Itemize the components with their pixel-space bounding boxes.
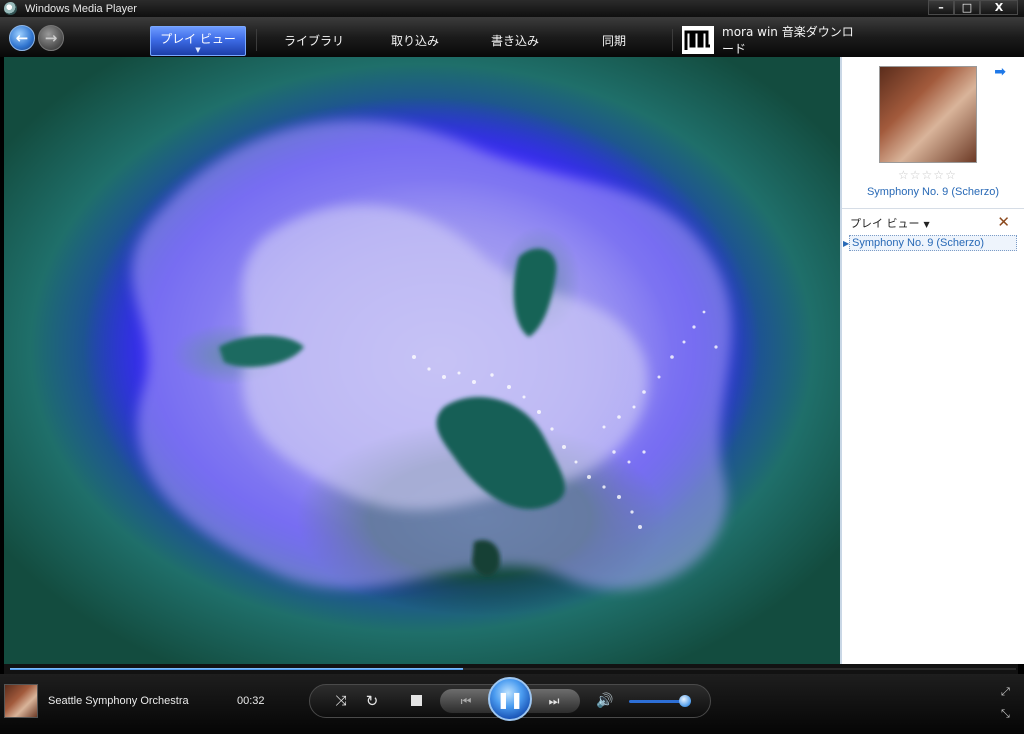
next-button[interactable]: ⏭ bbox=[528, 689, 580, 713]
tab-label: ライブラリ bbox=[283, 33, 344, 48]
minimize-button[interactable]: – bbox=[928, 0, 954, 15]
pause-icon: ❚❚ bbox=[496, 689, 524, 709]
elapsed-time[interactable]: 00:32 bbox=[237, 695, 265, 707]
tab-label: 取り込み bbox=[390, 33, 439, 48]
back-button[interactable]: ← bbox=[9, 25, 35, 51]
album-title-link[interactable]: Symphony No. 9 (Scherzo) bbox=[842, 186, 1024, 198]
tab-label: 書き込み bbox=[490, 33, 539, 48]
tab-sync[interactable]: 同期 bbox=[588, 27, 640, 53]
clear-playlist-icon[interactable]: ✕ bbox=[997, 213, 1010, 231]
title-bar: Windows Media Player – □ X bbox=[0, 0, 1024, 17]
side-pane: ➡ ☆ ☆ ☆ ☆ ☆ Symphony No. 9 (Scherzo) プレイ… bbox=[840, 57, 1024, 664]
tab-burn[interactable]: 書き込み bbox=[480, 27, 550, 53]
back-arrow-icon: ← bbox=[15, 29, 29, 47]
next-icon: ⏭ bbox=[548, 693, 560, 708]
tab-play-view[interactable]: プレイ ビュー ▼ bbox=[150, 26, 246, 56]
star-icon[interactable]: ☆ bbox=[910, 169, 921, 181]
forward-arrow-icon: → bbox=[44, 29, 58, 47]
divider bbox=[672, 29, 673, 51]
star-icon[interactable]: ☆ bbox=[933, 169, 944, 181]
seek-bar[interactable] bbox=[4, 664, 1018, 674]
play-pause-button[interactable]: ❚❚ bbox=[488, 677, 532, 721]
tab-rip[interactable]: 取り込み bbox=[380, 27, 450, 53]
stop-button[interactable] bbox=[410, 694, 422, 706]
tab-mora-store[interactable]: mora win 音楽ダウンロード bbox=[722, 25, 862, 56]
tab-label: プレイ ビュー bbox=[160, 31, 236, 46]
chevron-down-icon[interactable]: ▼ bbox=[195, 46, 200, 53]
chevron-down-icon[interactable]: ▼ bbox=[924, 220, 930, 229]
star-icon[interactable]: ☆ bbox=[922, 169, 933, 181]
tab-label: 同期 bbox=[601, 33, 626, 48]
stop-icon bbox=[410, 694, 422, 706]
playlist-header-label: プレイ ビュー bbox=[850, 217, 920, 230]
window-controls: – □ X bbox=[928, 0, 1018, 15]
previous-icon: ⏮ bbox=[460, 693, 472, 708]
maximize-button[interactable]: □ bbox=[954, 0, 980, 15]
seek-progress bbox=[10, 668, 463, 670]
previous-button[interactable]: ⏮ bbox=[440, 689, 492, 713]
forward-button[interactable]: → bbox=[38, 25, 64, 51]
window-title: Windows Media Player bbox=[25, 2, 137, 15]
fullscreen-icon[interactable]: ⤢ bbox=[1001, 685, 1010, 699]
now-playing-artist: Seattle Symphony Orchestra bbox=[48, 695, 189, 707]
mora-logo-icon[interactable] bbox=[682, 26, 714, 54]
control-bar: Seattle Symphony Orchestra 00:32 ⤨ ↻ ⏮ ⏭… bbox=[0, 674, 1024, 734]
volume-slider-thumb[interactable] bbox=[679, 695, 691, 707]
arrow-right-icon[interactable]: ➡ bbox=[994, 64, 1006, 80]
wmp-logo-icon bbox=[4, 2, 17, 15]
volume-icon[interactable]: 🔊 bbox=[595, 691, 615, 711]
divider bbox=[256, 29, 257, 51]
shuffle-icon[interactable]: ⤨ bbox=[331, 691, 351, 711]
star-icon[interactable]: ☆ bbox=[945, 169, 956, 181]
tab-label: mora win 音楽ダウンロード bbox=[722, 25, 854, 56]
divider bbox=[842, 208, 1024, 209]
star-icon[interactable]: ☆ bbox=[898, 169, 909, 181]
visualization-graphic bbox=[132, 120, 732, 590]
now-playing-thumbnail[interactable] bbox=[4, 684, 38, 718]
album-art[interactable] bbox=[879, 66, 977, 163]
switch-to-compact-icon[interactable]: ⤡ bbox=[1001, 707, 1010, 721]
tab-library[interactable]: ライブラリ bbox=[278, 27, 350, 53]
playlist-header[interactable]: プレイ ビュー ▼ bbox=[850, 215, 930, 231]
nav-bar: ← → プレイ ビュー ▼ ライブラリ 取り込み 書き込み 同期 mora wi… bbox=[0, 17, 1024, 57]
close-button[interactable]: X bbox=[980, 0, 1018, 15]
visualization[interactable] bbox=[4, 57, 840, 664]
playlist-item[interactable]: Symphony No. 9 (Scherzo) bbox=[849, 235, 1017, 251]
star-rating[interactable]: ☆ ☆ ☆ ☆ ☆ bbox=[898, 169, 956, 181]
repeat-icon[interactable]: ↻ bbox=[362, 691, 382, 711]
